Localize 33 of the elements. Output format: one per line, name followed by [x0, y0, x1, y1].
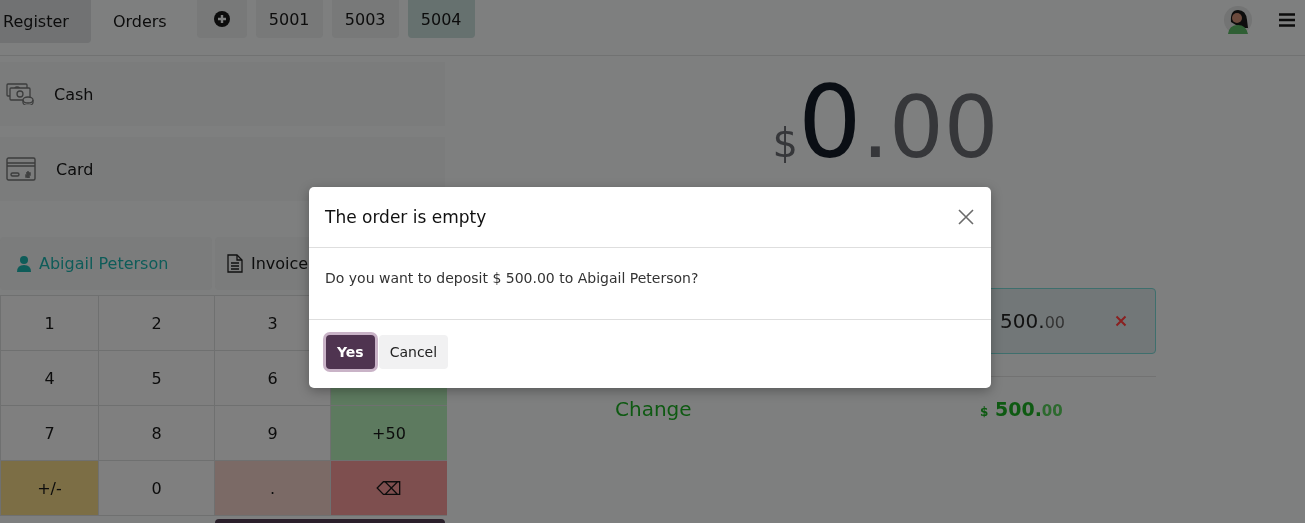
dialog-title: The order is empty: [325, 207, 487, 227]
total-amount: $0.00: [771, 68, 1000, 178]
change-label: Change: [615, 397, 693, 421]
nav-tab[interactable]: Register: [0, 0, 91, 43]
close-icon[interactable]: [958, 209, 974, 225]
keypad-key[interactable]: 4: [1, 351, 98, 405]
menu-icon[interactable]: [1278, 12, 1296, 28]
order-tab[interactable]: 5004: [407, 0, 475, 38]
add-order-button[interactable]: [196, 0, 247, 38]
avatar-icon[interactable]: [1224, 6, 1252, 34]
keypad-key[interactable]: +50: [331, 406, 447, 460]
payment-amount: 500.00: [1000, 309, 1065, 333]
document-icon: [227, 254, 243, 273]
keypad-key[interactable]: +/-: [1, 461, 98, 515]
change-amount: $ 500.00: [980, 398, 1063, 420]
keypad-key[interactable]: 1: [1, 296, 98, 350]
card-icon: [6, 157, 36, 181]
keypad-key[interactable]: 0: [99, 461, 214, 515]
dialog-button[interactable]: Cancel: [378, 335, 449, 369]
order-tab[interactable]: 5003: [331, 0, 399, 38]
person-icon: [17, 255, 31, 272]
keypad-key[interactable]: 7: [1, 406, 98, 460]
keypad-key[interactable]: 5: [99, 351, 214, 405]
order-tab[interactable]: 5001: [255, 0, 323, 38]
cash-icon: [6, 83, 34, 105]
nav-tab[interactable]: Orders: [90, 0, 197, 43]
keypad-key[interactable]: 8: [99, 406, 214, 460]
plus-icon: [213, 11, 230, 27]
keypad-key[interactable]: 9: [215, 406, 330, 460]
dialog-button[interactable]: Yes: [326, 335, 375, 369]
keypad-key[interactable]: .: [215, 461, 330, 515]
keypad-key[interactable]: ⌫: [331, 461, 447, 515]
keypad-key[interactable]: 2: [99, 296, 214, 350]
